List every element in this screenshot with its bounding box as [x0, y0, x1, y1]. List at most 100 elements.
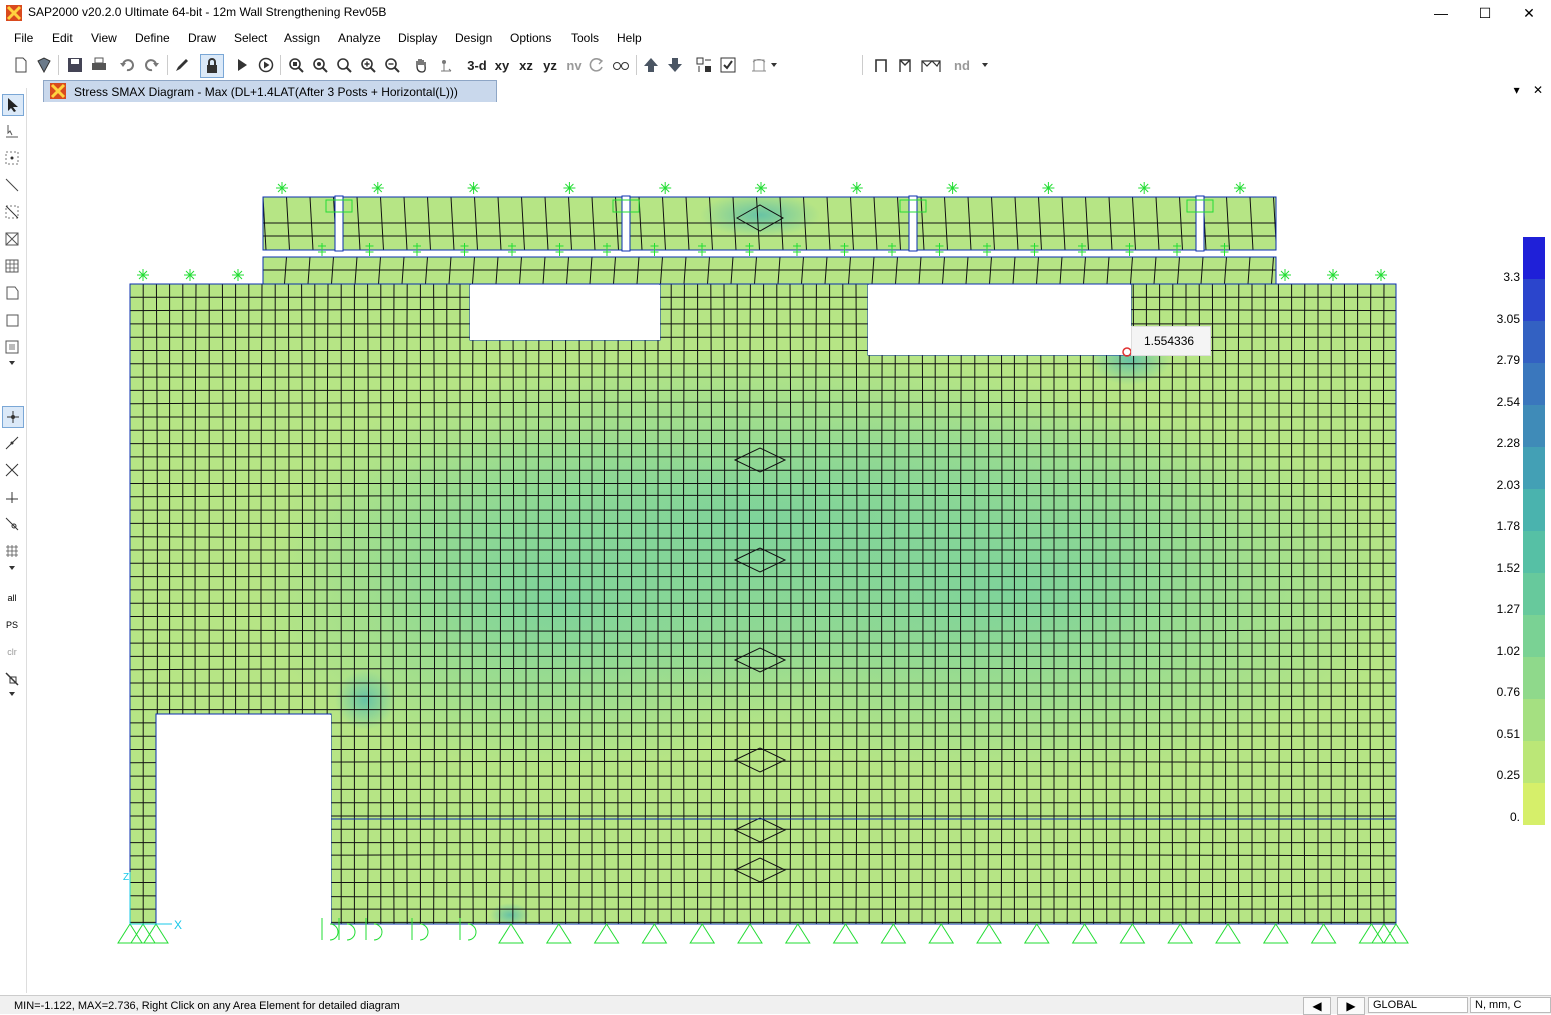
run-now-icon[interactable] — [255, 54, 277, 76]
draw-joint-icon[interactable] — [2, 148, 22, 168]
previous-select-button[interactable]: PS — [2, 615, 22, 635]
legend-value: 3.05 — [1496, 311, 1520, 326]
zoom-out-icon[interactable] — [381, 54, 403, 76]
draw-poly-area-icon[interactable] — [2, 283, 22, 303]
menu-analyze[interactable]: Analyze — [338, 31, 381, 45]
view-xy-button[interactable]: xy — [490, 54, 514, 76]
svg-text:Z: Z — [123, 872, 129, 883]
perspective-icon[interactable] — [610, 54, 632, 76]
view-xz-button[interactable]: xz — [514, 54, 538, 76]
value-tooltip: 1.554336 — [1131, 326, 1211, 356]
snap-perpendicular-icon[interactable] — [2, 487, 22, 507]
dropdown-arrow-icon[interactable] — [768, 54, 780, 76]
set-display-options-icon[interactable] — [717, 54, 739, 76]
pan-hand-icon[interactable] — [410, 54, 432, 76]
tab-controls: ▾ ✕ — [1514, 83, 1543, 97]
previous-display-button[interactable]: ◀ — [1303, 997, 1331, 1015]
move-down-icon[interactable] — [664, 54, 686, 76]
snap-extension-icon[interactable] — [2, 514, 22, 534]
view-3d-button[interactable]: 3-d — [465, 54, 489, 76]
legend-value: 1.52 — [1496, 560, 1520, 575]
menu-display[interactable]: Display — [398, 31, 437, 45]
pin-support-icon — [928, 923, 955, 944]
move-up-icon[interactable] — [640, 54, 662, 76]
restraint-star-icon — [371, 182, 384, 194]
tab-list-dropdown[interactable]: ▾ — [1514, 83, 1520, 97]
new-model-icon[interactable] — [10, 54, 32, 76]
tab-title: Stress SMAX Diagram - Max (DL+1.4LAT(Aft… — [74, 85, 458, 99]
zoom-previous-icon[interactable] — [309, 54, 331, 76]
zoom-fit-icon[interactable] — [333, 54, 355, 76]
snap-grid-icon[interactable] — [2, 541, 22, 561]
braced-frame-icon[interactable] — [894, 54, 916, 76]
pencil-icon[interactable] — [171, 54, 193, 76]
menu-assign[interactable]: Assign — [284, 31, 320, 45]
intersecting-line-select-icon[interactable] — [2, 669, 22, 689]
quick-draw-area-icon[interactable] — [2, 337, 22, 357]
draw-solid-icon[interactable] — [2, 310, 22, 330]
more-tools-arrow-icon[interactable] — [2, 358, 22, 368]
legend-swatch — [1523, 405, 1545, 447]
rotate-view-icon[interactable] — [586, 54, 608, 76]
snap-intersections-icon[interactable] — [2, 460, 22, 480]
truss-icon[interactable] — [918, 54, 944, 76]
menu-edit[interactable]: Edit — [52, 31, 73, 45]
stress-contour-plot[interactable]: X Z — [27, 102, 1551, 995]
tab-stress-diagram[interactable]: Stress SMAX Diagram - Max (DL+1.4LAT(Aft… — [43, 80, 497, 102]
draw-rectangular-area-icon[interactable] — [2, 256, 22, 276]
rubber-band-icon[interactable] — [436, 54, 458, 76]
zoom-window-icon[interactable] — [285, 54, 307, 76]
model-view-canvas[interactable]: X Z 3.3 3.05 2.79 2.54 2.28 2.03 1.78 1.52 1.27 1… — [27, 102, 1551, 995]
legend-value: 0.76 — [1496, 685, 1520, 699]
view-yz-button[interactable]: yz — [538, 54, 562, 76]
maximize-button[interactable]: ☐ — [1462, 0, 1508, 26]
clear-selection-button[interactable]: clr — [2, 642, 22, 662]
menu-view[interactable]: View — [91, 31, 117, 45]
units-select[interactable]: N, mm, C — [1470, 997, 1551, 1013]
pointer-icon[interactable] — [2, 94, 24, 116]
tab-close-button[interactable]: ✕ — [1533, 83, 1543, 97]
display-options-icon[interactable] — [693, 54, 715, 76]
zoom-in-icon[interactable] — [357, 54, 379, 76]
nd-button[interactable]: nd — [950, 54, 974, 76]
menu-file[interactable]: File — [14, 31, 33, 45]
snap-joints-icon[interactable] — [2, 406, 24, 428]
redo-icon[interactable] — [141, 54, 163, 76]
minimize-button[interactable]: — — [1418, 0, 1464, 26]
restraint-star-icon — [1327, 269, 1339, 281]
menu-tools[interactable]: Tools — [571, 31, 599, 45]
coordinate-system-select[interactable]: GLOBAL — [1368, 997, 1468, 1013]
door-opening — [157, 715, 331, 925]
more-snap-arrow-icon[interactable] — [2, 563, 22, 573]
draw-frame-icon[interactable] — [2, 175, 22, 195]
menu-design[interactable]: Design — [455, 31, 492, 45]
snap-lines-icon[interactable] — [2, 433, 22, 453]
menu-options[interactable]: Options — [510, 31, 551, 45]
pin-support-icon — [143, 923, 169, 944]
menu-help[interactable]: Help — [617, 31, 642, 45]
more-select-arrow-icon[interactable] — [2, 689, 22, 699]
restraint-star-icon — [1279, 269, 1291, 281]
next-display-button[interactable]: ▶ — [1337, 997, 1365, 1015]
save-icon[interactable] — [64, 54, 86, 76]
menu-define[interactable]: Define — [135, 31, 170, 45]
pin-support-icon — [1119, 923, 1146, 944]
legend-swatch — [1523, 363, 1545, 405]
restraint-star-icon — [755, 182, 767, 194]
select-all-button[interactable]: all — [2, 588, 22, 608]
menu-select[interactable]: Select — [234, 31, 267, 45]
show-deformed-icon[interactable] — [748, 54, 770, 76]
close-button[interactable]: ✕ — [1506, 0, 1551, 26]
lock-model-icon[interactable] — [200, 54, 224, 78]
view-nv-button[interactable]: nv — [562, 54, 586, 76]
print-icon[interactable] — [88, 54, 110, 76]
reshape-icon[interactable] — [2, 121, 22, 141]
dropdown-arrow-icon[interactable] — [978, 54, 992, 76]
draw-area-icon[interactable] — [2, 229, 22, 249]
run-analysis-icon[interactable] — [231, 54, 253, 76]
open-model-icon[interactable] — [33, 54, 55, 76]
frame-section-icon[interactable] — [870, 54, 892, 76]
undo-icon[interactable] — [116, 54, 138, 76]
menu-draw[interactable]: Draw — [188, 31, 216, 45]
draw-link-icon[interactable] — [2, 202, 22, 222]
